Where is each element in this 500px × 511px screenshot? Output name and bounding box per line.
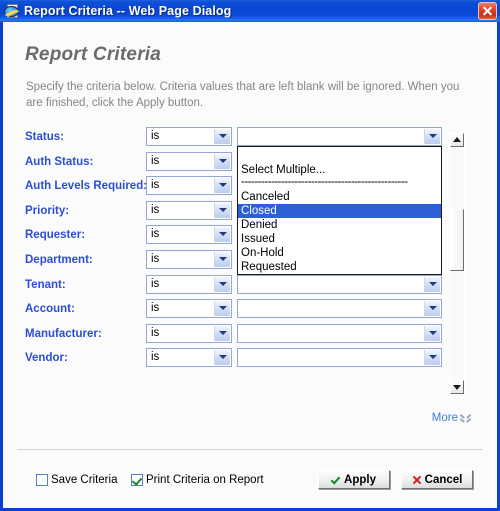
chevron-down-icon[interactable] [214,325,230,341]
chevron-down-icon[interactable] [424,325,440,341]
value-select[interactable] [237,127,442,146]
operator-select[interactable]: is [146,225,232,245]
criteria-label: Account: [25,303,75,316]
internet-explorer-icon [4,3,20,19]
scroll-down-arrow-icon[interactable] [450,380,464,394]
chevron-down-icon[interactable] [214,178,230,194]
chevron-down-icon[interactable] [214,227,230,243]
chevron-down-icon[interactable] [424,276,440,292]
operator-value: is [151,203,160,216]
criteria-scrollbar[interactable] [449,132,465,395]
chevron-down-icon[interactable] [214,301,230,317]
more-link[interactable]: More [432,412,470,424]
operator-value: is [151,326,160,339]
operator-select[interactable]: is [146,323,232,343]
dropdown-option[interactable]: On-Hold [238,246,441,260]
cancel-label: Cancel [424,473,463,486]
operator-value: is [151,351,160,364]
dropdown-option[interactable]: Issued [238,232,441,246]
value-select[interactable] [237,299,442,319]
chevron-down-icon[interactable] [424,301,440,317]
criteria-label: Auth Status: [25,155,94,168]
print-criteria-label: Print Criteria on Report [146,474,264,486]
operator-select[interactable]: is [146,348,232,368]
operator-select[interactable]: is [146,176,232,196]
value-select[interactable] [237,348,442,368]
operator-value: is [151,179,160,192]
dropdown-option[interactable]: Denied [238,218,441,232]
chevron-double-down-icon [461,413,470,424]
dropdown-option[interactable]: Requested [238,260,441,274]
criteria-row: Manufacturer: is [3,323,458,348]
dropdown-option[interactable] [238,147,441,163]
criteria-label: Department: [25,254,93,266]
x-icon [412,475,421,484]
dialog-footer: Save Criteria Print Criteria on Report A… [3,470,497,500]
checkbox-box[interactable] [131,474,143,486]
save-criteria-checkbox[interactable]: Save Criteria [36,474,117,486]
checkbox-box[interactable] [36,474,48,486]
close-icon[interactable] [478,2,497,20]
criteria-label: Requester: [25,229,86,242]
value-select[interactable] [237,274,442,294]
title-bar: Report Criteria -- Web Page Dialog [0,0,500,22]
chevron-down-icon[interactable] [214,252,230,267]
operator-value: is [151,302,160,315]
check-icon [332,475,340,484]
chevron-down-icon[interactable] [214,153,230,169]
operator-select[interactable]: is [146,250,232,269]
criteria-label: Vendor: [25,352,68,365]
operator-select[interactable]: is [146,127,232,146]
operator-value: is [151,130,160,142]
chevron-down-icon[interactable] [214,129,230,144]
chevron-down-icon[interactable] [214,276,230,292]
criteria-label: Auth Levels Required: [25,180,148,193]
apply-button[interactable]: Apply [318,470,390,489]
report-criteria-dialog: Report Criteria -- Web Page Dialog Repor… [0,0,500,511]
window-title: Report Criteria -- Web Page Dialog [24,4,232,18]
footer-divider [17,449,483,450]
operator-value: is [151,228,160,241]
chevron-down-icon[interactable] [424,129,440,144]
scrollbar-track[interactable] [450,147,464,380]
cancel-button[interactable]: Cancel [401,470,473,489]
criteria-label: Status: [25,131,64,143]
save-criteria-label: Save Criteria [51,474,118,486]
criteria-row: Vendor: is [3,348,458,372]
more-label: More [431,412,458,424]
operator-value: is [151,154,160,167]
page-title: Report Criteria [25,44,162,65]
operator-select[interactable]: is [146,151,232,171]
dropdown-option[interactable]: Select Multiple... [238,163,441,177]
chevron-down-icon[interactable] [214,202,230,218]
print-criteria-checkbox[interactable]: Print Criteria on Report [131,474,264,486]
criteria-label: Priority: [25,204,70,217]
criteria-row: Tenant: is [3,274,458,299]
operator-select[interactable]: is [146,299,232,319]
apply-label: Apply [344,473,376,486]
chevron-down-icon[interactable] [424,350,440,366]
criteria-label: Tenant: [25,278,66,291]
scroll-up-arrow-icon[interactable] [450,133,464,147]
operator-select[interactable]: is [146,200,232,220]
chevron-down-icon[interactable] [214,350,230,366]
dropdown-option[interactable]: Canceled [238,190,441,204]
status-dropdown-list[interactable]: Select Multiple... ----------------------… [237,146,442,275]
page-description: Specify the criteria below. Criteria val… [26,81,460,109]
operator-value: is [151,277,160,290]
operator-select[interactable]: is [146,274,232,294]
scrollbar-thumb[interactable] [450,209,464,271]
operator-value: is [151,253,160,265]
criteria-row: Account: is [3,299,458,323]
dropdown-option[interactable]: Closed [238,204,441,218]
dialog-client-area: Report Criteria Specify the criteria bel… [3,22,497,508]
dropdown-option[interactable]: ----------------------------------------… [238,177,441,190]
criteria-label: Manufacturer: [25,327,102,340]
value-select[interactable] [237,323,442,343]
